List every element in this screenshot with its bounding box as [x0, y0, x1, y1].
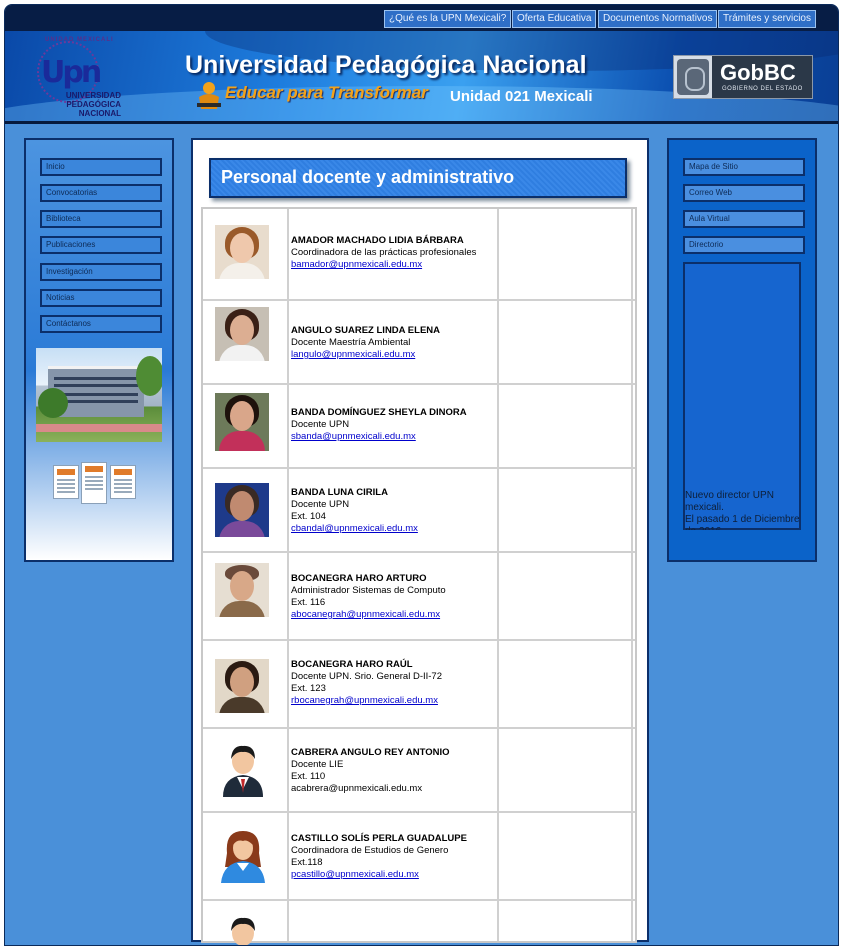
unit-name: Unidad 021 Mexicali	[450, 88, 593, 105]
staff-email-link[interactable]: sbanda@upnmexicali.edu.mx	[291, 431, 467, 443]
topnav-documentos-normativos[interactable]: Documentos Normativos	[598, 10, 718, 28]
staff-name: ANGULO SUAREZ LINDA ELENA	[291, 325, 441, 336]
campus-photo	[36, 348, 162, 442]
runner-figure-icon	[197, 82, 221, 109]
staff-extension: Ext. 104	[291, 511, 326, 522]
staff-extension: Ext. 110	[291, 771, 326, 782]
staff-email-link[interactable]: pcastillo@upnmexicali.edu.mx	[291, 869, 467, 881]
staff-photo	[215, 659, 269, 713]
staff-role: Docente UPN	[291, 499, 350, 510]
staff-photo	[215, 563, 269, 617]
topnav-tramites-servicios[interactable]: Trámites y servicios	[718, 10, 816, 28]
staff-name: BANDA LUNA CIRILA	[291, 487, 388, 498]
gobbc-name: GobBC	[720, 60, 796, 85]
staff-table: AMADOR MACHADO LIDIA BÁRBARA Coordinador…	[201, 207, 637, 945]
nav-mapa-de-sitio[interactable]: Mapa de Sitio	[683, 158, 805, 176]
table-row: BOCANEGRA HARO RAÚL Docente UPN. Srio. G…	[203, 641, 635, 729]
table-row: BANDA DOMÍNGUEZ SHEYLA DINORA Docente UP…	[203, 385, 635, 469]
staff-email: acabrera@upnmexicali.edu.mx	[291, 783, 423, 794]
table-row	[203, 901, 635, 945]
gobbc-logo[interactable]: GobBC GOBIERNO DEL ESTADO	[673, 55, 813, 99]
staff-photo	[215, 225, 269, 279]
staff-role: Docente Maestría Ambiental	[291, 337, 411, 348]
table-row: CASTILLO SOLÍS PERLA GUADALUPE Coordinad…	[203, 813, 635, 901]
table-row: CABRERA ANGULO REY ANTONIO Docente LIE E…	[203, 729, 635, 813]
nav-convocatorias[interactable]: Convocatorias	[40, 184, 162, 202]
staff-email-link[interactable]: langulo@upnmexicali.edu.mx	[291, 349, 440, 361]
nav-correo-web[interactable]: Correo Web	[683, 184, 805, 202]
main-content: Personal docente y administrativo AMADOR…	[191, 138, 649, 945]
nav-publicaciones[interactable]: Publicaciones	[40, 236, 162, 254]
staff-email-link[interactable]: bamador@upnmexicali.edu.mx	[291, 259, 476, 271]
staff-name: BANDA DOMÍNGUEZ SHEYLA DINORA	[291, 407, 467, 418]
staff-extension: Ext. 123	[291, 683, 326, 694]
section-heading: Personal docente y administrativo	[209, 158, 627, 198]
staff-role: Administrador Sistemas de Computo	[291, 585, 446, 596]
logo-letters: Upn	[41, 55, 102, 90]
staff-name: CABRERA ANGULO REY ANTONIO	[291, 747, 450, 758]
staff-role: Coordinadora de Estudios de Genero	[291, 845, 449, 856]
page-frame: ¿Qué es la UPN Mexicali? Oferta Educativ…	[4, 4, 839, 946]
logo-text: UNIVERSIDAD PEDAGÓGICA NACIONAL	[65, 91, 121, 118]
table-row: BANDA LUNA CIRILA Docente UPN Ext. 104 c…	[203, 469, 635, 553]
top-navigation: ¿Qué es la UPN Mexicali? Oferta Educativ…	[5, 5, 838, 31]
news-ticker-text[interactable]: Nuevo director UPN mexicali. El pasado 1…	[685, 490, 803, 530]
left-sidebar: Inicio Convocatorias Biblioteca Publicac…	[24, 138, 174, 562]
nav-biblioteca[interactable]: Biblioteca	[40, 210, 162, 228]
logo-ring-text: UNIDAD MEXICALI	[45, 37, 114, 43]
staff-photo	[215, 393, 269, 451]
flyer-thumbnail-2[interactable]	[81, 462, 107, 504]
staff-photo	[215, 307, 269, 361]
female-avatar-icon	[221, 831, 265, 883]
nav-investigacion[interactable]: Investigación	[40, 263, 162, 281]
staff-role: Docente UPN	[291, 419, 350, 430]
university-title: Universidad Pedagógica Nacional	[185, 51, 587, 79]
topnav-oferta-educativa[interactable]: Oferta Educativa	[512, 10, 597, 28]
nav-aula-virtual[interactable]: Aula Virtual	[683, 210, 805, 228]
staff-extension: Ext. 116	[291, 597, 326, 608]
male-avatar-icon	[223, 745, 263, 797]
staff-email-link[interactable]: cbandal@upnmexicali.edu.mx	[291, 523, 418, 535]
flyer-thumbnail-1[interactable]	[53, 465, 79, 499]
gobbc-subtitle: GOBIERNO DEL ESTADO	[722, 86, 803, 92]
table-row: AMADOR MACHADO LIDIA BÁRBARA Coordinador…	[203, 209, 635, 301]
right-sidebar: Mapa de Sitio Correo Web Aula Virtual Di…	[667, 138, 817, 562]
nav-inicio[interactable]: Inicio	[40, 158, 162, 176]
staff-email-link[interactable]: abocanegrah@upnmexicali.edu.mx	[291, 609, 446, 621]
staff-role: Docente UPN. Srio. General D-II-72	[291, 671, 443, 682]
nav-directorio[interactable]: Directorio	[683, 236, 805, 254]
nav-contactanos[interactable]: Contáctanos	[40, 315, 162, 333]
header-banner: UNIDAD MEXICALI Upn UNIVERSIDAD PEDAGÓGI…	[5, 31, 838, 121]
page-title: Personal docente y administrativo	[221, 167, 515, 187]
staff-email-link[interactable]: rbocanegrah@upnmexicali.edu.mx	[291, 695, 442, 707]
staff-name: BOCANEGRA HARO RAÚL	[291, 659, 413, 670]
staff-extension: Ext.118	[291, 857, 323, 868]
flyer-thumbnail-3[interactable]	[110, 465, 136, 499]
staff-name: AMADOR MACHADO LIDIA BÁRBARA	[291, 235, 464, 246]
staff-name: BOCANEGRA HARO ARTURO	[291, 573, 427, 584]
table-row: BOCANEGRA HARO ARTURO Administrador Sist…	[203, 553, 635, 641]
nav-noticias[interactable]: Noticias	[40, 289, 162, 307]
table-row: ANGULO SUAREZ LINDA ELENA Docente Maestr…	[203, 301, 635, 385]
male-avatar-icon	[231, 917, 255, 945]
slogan: Educar para Transformar	[225, 83, 428, 102]
staff-name: CASTILLO SOLÍS PERLA GUADALUPE	[291, 833, 467, 844]
staff-role: Coordinadora de las prácticas profesiona…	[291, 247, 477, 258]
upn-logo[interactable]: UNIDAD MEXICALI Upn UNIVERSIDAD PEDAGÓGI…	[33, 37, 123, 118]
state-seal-icon	[677, 59, 709, 95]
staff-role: Docente LIE	[291, 759, 344, 770]
topnav-que-es-upn[interactable]: ¿Qué es la UPN Mexicali?	[384, 10, 512, 28]
staff-photo	[215, 483, 269, 537]
